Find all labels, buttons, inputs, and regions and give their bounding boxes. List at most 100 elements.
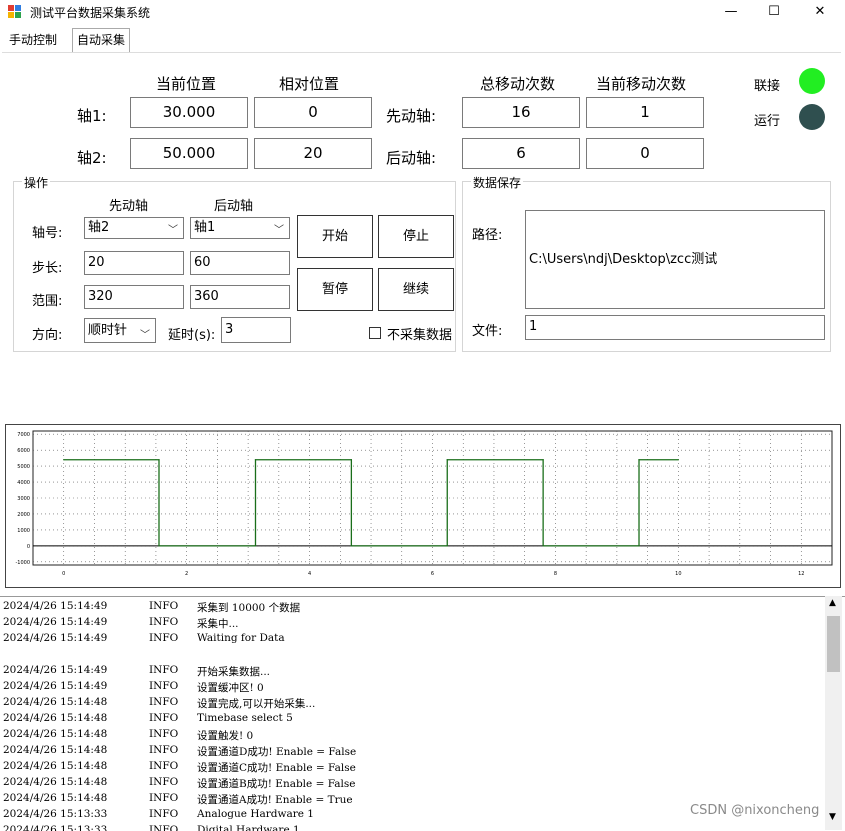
log-level: INFO [149, 616, 179, 628]
maximize-button[interactable]: ☐ [751, 0, 797, 26]
log-timestamp: 2024/4/26 15:14:48 [3, 792, 108, 804]
log-message: 开始采集数据... [197, 666, 271, 678]
series-point [350, 459, 352, 461]
tab-strip: 手动控制 自动采集 [0, 28, 845, 52]
stop-button[interactable]: 停止 [378, 215, 454, 258]
follow-axis-select[interactable]: 轴1 ﹀ [190, 217, 290, 239]
header-current-position: 当前位置 [156, 75, 217, 93]
log-scrollbar[interactable]: ▲ ▼ [825, 596, 842, 830]
x-tick-label: 4 [308, 571, 311, 577]
axis-no-label: 轴号: [32, 226, 63, 241]
y-tick-label: 0 [27, 544, 30, 550]
axis1-relative-position: 0 [254, 97, 372, 128]
title-bar: 测试平台数据采集系统 — ☐ ✕ [0, 0, 845, 26]
follow-axis-label: 后动轴: [386, 149, 437, 167]
follow-step-input[interactable]: 60 [190, 251, 290, 275]
log-level: INFO [149, 792, 179, 804]
log-message: 设置缓冲区! 0 [197, 682, 264, 694]
series-point [158, 459, 160, 461]
direction-select[interactable]: 顺时针 ﹀ [84, 318, 156, 343]
log-level: INFO [149, 664, 179, 676]
file-input[interactable]: 1 [525, 315, 825, 340]
scroll-up-icon[interactable]: ▲ [829, 598, 836, 608]
tab-auto-collect[interactable]: 自动采集 [72, 28, 131, 52]
resume-button[interactable]: 继续 [378, 268, 454, 311]
delay-input[interactable]: 3 [221, 317, 291, 343]
lead-axis-select[interactable]: 轴2 ﹀ [84, 217, 184, 239]
y-tick-label: 2000 [17, 512, 30, 518]
x-tick-label: 0 [62, 571, 65, 577]
series-point [446, 545, 448, 547]
no-collect-label: 不采集数据 [387, 328, 453, 343]
log-level: INFO [149, 632, 179, 644]
log-level: INFO [149, 680, 179, 692]
x-tick-label: 10 [675, 571, 681, 577]
log-message: Analogue Hardware 1 [197, 808, 314, 820]
watermark: CSDN @nixoncheng [690, 803, 820, 818]
lead-step-input[interactable]: 20 [84, 251, 184, 275]
waveform-chart: -1000 0 1000 2000 3000 4000 5000 6000 7000 0 2 4 6 8 1… [5, 424, 841, 588]
start-button[interactable]: 开始 [297, 215, 373, 258]
log-message: 设置通道C成功! Enable = False [197, 762, 356, 774]
log-timestamp: 2024/4/26 15:14:48 [3, 776, 108, 788]
log-level: INFO [149, 696, 179, 708]
follow-range-input[interactable]: 360 [190, 285, 290, 309]
pause-button[interactable]: 暂停 [297, 268, 373, 311]
log-message: Timebase select 5 [197, 712, 293, 724]
app-icon [8, 5, 22, 19]
lead-axis-total-moves: 16 [462, 97, 580, 128]
y-tick-label: 4000 [17, 480, 30, 486]
delay-label: 延时(s): [168, 328, 216, 343]
series-point [254, 459, 257, 461]
log-message: Waiting for Data [197, 632, 285, 644]
close-button[interactable]: ✕ [797, 0, 843, 26]
log-message: 设置通道A成功! Enable = True [197, 794, 353, 806]
axis1-label: 轴1: [77, 107, 107, 125]
log-timestamp: 2024/4/26 15:13:33 [3, 808, 108, 820]
chevron-down-icon: ﹀ [140, 330, 150, 341]
series-point [254, 545, 257, 547]
data-save-group-title: 数据保存 [471, 174, 524, 191]
connect-indicator-icon [799, 68, 825, 94]
log-level: INFO [149, 712, 179, 724]
scroll-thumb[interactable] [827, 616, 840, 672]
log-timestamp: 2024/4/26 15:14:49 [3, 616, 108, 628]
step-label: 步长: [32, 261, 63, 276]
log-timestamp: 2024/4/26 15:14:48 [3, 744, 108, 756]
axis1-current-position: 30.000 [130, 97, 248, 128]
log-timestamp: 2024/4/26 15:14:48 [3, 760, 108, 772]
direction-label: 方向: [32, 328, 63, 343]
log-message: 设置触发! 0 [197, 730, 254, 742]
follow-axis-select-value: 轴1 [194, 220, 216, 235]
follow-axis-total-moves: 6 [462, 138, 580, 169]
log-level: INFO [149, 760, 179, 772]
y-tick-label: 3000 [17, 496, 30, 502]
x-tick-label: 12 [798, 571, 804, 577]
lead-axis-current-moves: 1 [586, 97, 704, 128]
log-message: 设置完成,可以开始采集... [197, 698, 316, 710]
scroll-down-icon[interactable]: ▼ [829, 812, 836, 822]
path-input[interactable]: C:\Users\ndj\Desktop\zcc测试 [525, 210, 825, 309]
minimize-button[interactable]: — [708, 0, 754, 26]
axis2-current-position: 50.000 [130, 138, 248, 169]
log-level: INFO [149, 776, 179, 788]
run-indicator-icon [799, 104, 825, 130]
log-level: INFO [149, 744, 179, 756]
log-timestamp: 2024/4/26 15:14:48 [3, 712, 108, 724]
path-label: 路径: [472, 228, 503, 243]
operation-group: 操作 先动轴 后动轴 轴号: 轴2 ﹀ 轴1 ﹀ 步长: 20 60 范围: 320… [13, 174, 456, 352]
lead-range-input[interactable]: 320 [84, 285, 184, 309]
tab-manual-control[interactable]: 手动控制 [5, 30, 61, 50]
no-collect-checkbox[interactable] [369, 327, 381, 339]
run-label: 运行 [754, 114, 781, 129]
lead-axis-select-value: 轴2 [88, 220, 110, 235]
file-label: 文件: [472, 324, 503, 339]
chevron-down-icon: ﹀ [274, 225, 284, 236]
connect-label: 联接 [754, 79, 781, 94]
log-timestamp: 2024/4/26 15:14:49 [3, 680, 108, 692]
series-point [638, 545, 640, 547]
y-tick-label: 5000 [17, 464, 30, 470]
log-timestamp: 2024/4/26 15:14:49 [3, 664, 108, 676]
axis2-label: 轴2: [77, 149, 107, 167]
data-save-group: 数据保存 路径: C:\Users\ndj\Desktop\zcc测试 文件: … [462, 174, 831, 352]
